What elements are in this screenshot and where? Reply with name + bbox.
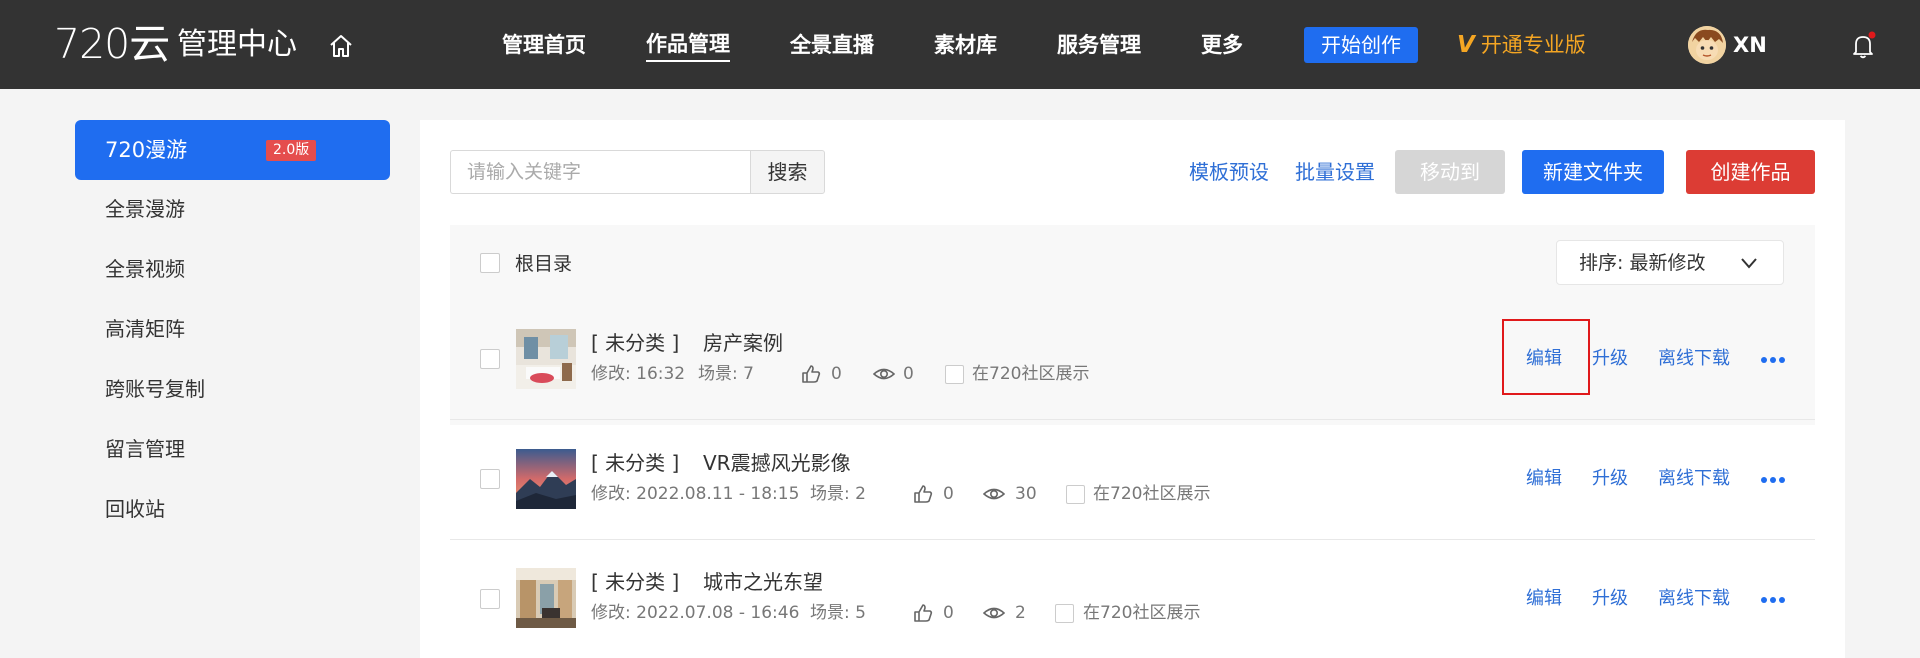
work-thumbnail[interactable] [516,568,576,628]
home-icon[interactable] [326,31,356,61]
modified-time: 修改: 2022.08.11 - 18:15 [591,484,800,504]
upgrade-button[interactable]: 升级 [1592,586,1628,612]
version-badge: 2.0版 [266,140,317,161]
top-bar: 720云 管理中心 管理首页 作品管理 全景直播 素材库 服务管理 更多 开始创… [0,0,1920,89]
view-eye-icon [873,368,895,380]
new-folder-button[interactable]: 新建文件夹 [1522,150,1664,194]
work-thumbnail[interactable] [516,449,576,509]
upgrade-pro-link[interactable]: V 开通专业版 [1457,28,1586,62]
template-preset-link[interactable]: 模板预设 [1189,157,1269,187]
offline-download-button[interactable]: 离线下载 [1658,346,1730,372]
create-work-button[interactable]: 创建作品 [1686,150,1815,194]
work-title[interactable]: 房产案例 [703,329,783,357]
like-count: 0 [831,364,842,384]
more-options-icon[interactable] [1760,595,1786,605]
select-all-checkbox[interactable] [480,253,500,273]
nav-more[interactable]: 更多 [1201,28,1243,62]
like-icon [802,365,821,383]
offline-download-button[interactable]: 离线下载 [1658,586,1730,612]
avatar-image [1688,26,1726,64]
nav-works[interactable]: 作品管理 [646,28,730,62]
sidebar-item-recycle-bin[interactable]: 回收站 [105,494,165,524]
chevron-down-icon [1741,258,1757,269]
view-count: 30 [1015,484,1037,504]
upgrade-button[interactable]: 升级 [1592,346,1628,372]
sort-label: 排序: 最新修改 [1579,252,1706,274]
avatar[interactable] [1688,26,1726,64]
edit-button[interactable]: 编辑 [1526,346,1562,372]
root-directory-label: 根目录 [515,253,573,275]
unread-dot [1868,31,1876,39]
thumbnail-image [516,329,576,389]
work-category: [ 未分类 ] [591,570,680,594]
row-checkbox[interactable] [480,469,500,489]
upgrade-button[interactable]: 升级 [1592,466,1628,492]
sidebar-item-label: 720漫游 [105,138,188,162]
work-thumbnail[interactable] [516,329,576,389]
row-checkbox[interactable] [480,349,500,369]
view-count: 0 [903,364,914,384]
notification-bell-icon[interactable] [1849,30,1877,60]
scene-count: 场景: 7 [698,364,754,384]
edit-button[interactable]: 编辑 [1526,466,1562,492]
nav-home[interactable]: 管理首页 [502,28,586,62]
sort-dropdown[interactable]: 排序: 最新修改 [1556,240,1784,285]
community-checkbox[interactable] [1066,485,1085,504]
community-label: 在720社区展示 [1083,603,1201,623]
nav-materials[interactable]: 素材库 [934,28,997,62]
sidebar-item-comments[interactable]: 留言管理 [105,434,185,464]
search-button[interactable]: 搜索 [750,150,825,194]
sidebar-item-cross-account-copy[interactable]: 跨账号复制 [105,374,205,404]
like-icon [914,604,933,622]
like-count: 0 [943,484,954,504]
scene-count: 场景: 5 [810,603,866,623]
community-label: 在720社区展示 [1093,484,1211,504]
community-label: 在720社区展示 [972,364,1090,384]
work-category: [ 未分类 ] [591,451,680,475]
view-eye-icon [983,488,1005,500]
view-eye-icon [983,607,1005,619]
offline-download-button[interactable]: 离线下载 [1658,466,1730,492]
modified-time: 修改: 16:32 [591,364,686,384]
username[interactable]: XN [1733,28,1767,62]
edit-button[interactable]: 编辑 [1526,586,1562,612]
like-count: 0 [943,603,954,623]
sidebar-item-720-tour[interactable]: 720漫游 2.0版 [75,120,390,180]
logo[interactable]: 720云 [54,20,170,68]
modified-time: 修改: 2022.07.08 - 16:46 [591,603,800,623]
upgrade-pro-label: 开通专业版 [1480,33,1586,57]
batch-settings-link[interactable]: 批量设置 [1295,157,1375,187]
sidebar-item-panorama-tour[interactable]: 全景漫游 [105,194,185,224]
work-title[interactable]: 城市之光东望 [703,568,823,596]
thumbnail-image [516,449,576,509]
sidebar-item-panorama-video[interactable]: 全景视频 [105,254,185,284]
work-title[interactable]: VR震撼风光影像 [703,449,851,477]
vip-icon: V [1457,32,1475,58]
community-checkbox[interactable] [1055,604,1074,623]
nav-live[interactable]: 全景直播 [790,28,874,62]
thumbnail-image [516,568,576,628]
community-checkbox[interactable] [945,365,964,384]
sidebar-item-hd-matrix[interactable]: 高清矩阵 [105,314,185,344]
more-options-icon[interactable] [1760,475,1786,485]
like-icon [914,485,933,503]
admin-title: 管理中心 [177,27,297,62]
start-creating-button[interactable]: 开始创作 [1304,27,1418,63]
view-count: 2 [1015,603,1026,623]
row-checkbox[interactable] [480,589,500,609]
work-category: [ 未分类 ] [591,331,680,355]
more-options-icon[interactable] [1760,355,1786,365]
search-input[interactable] [450,150,750,194]
scene-count: 场景: 2 [810,484,866,504]
move-to-button[interactable]: 移动到 [1395,150,1505,194]
nav-services[interactable]: 服务管理 [1057,28,1141,62]
